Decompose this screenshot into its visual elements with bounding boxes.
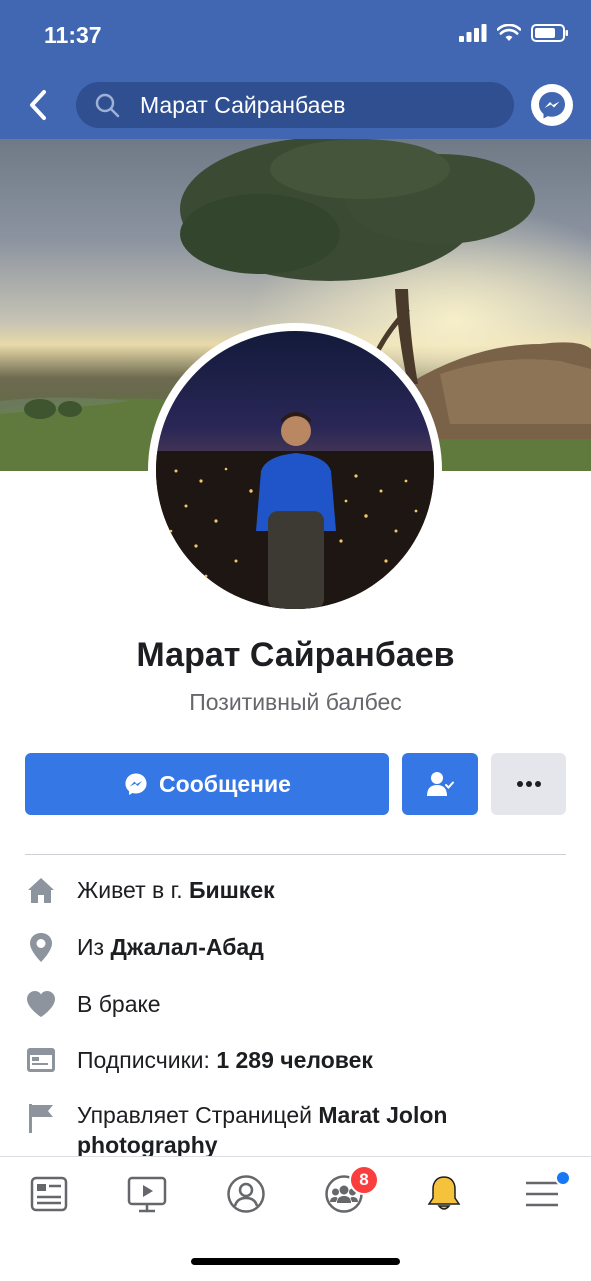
news-feed-icon [30,1176,68,1212]
info-row-followers[interactable]: Подписчики: 1 289 человек [25,1040,566,1080]
message-button[interactable]: Сообщение [25,753,389,815]
battery-icon [531,24,568,42]
tab-watch[interactable] [122,1169,172,1219]
info-row-manages-page[interactable]: Управляет Страницей Marat Jolon photogra… [25,1100,566,1156]
menu-icon [526,1181,558,1207]
avatar[interactable] [156,331,434,609]
groups-badge: 8 [349,1165,379,1195]
tab-news-feed[interactable] [24,1169,74,1219]
friends-button[interactable] [402,753,478,815]
flag-icon [25,1102,57,1134]
watch-icon [127,1176,167,1213]
search-icon [95,93,120,118]
profile-name: Марат Сайранбаев [136,636,455,674]
info-row-lives-in[interactable]: Живет в г. Бишкек [25,870,566,910]
home-icon [25,874,57,906]
search-input[interactable]: Марат Сайранбаев [140,92,345,119]
wifi-icon [497,24,521,41]
followers-icon [25,1044,57,1076]
back-button[interactable] [22,86,56,124]
location-pin-icon [25,931,57,963]
info-row-relationship[interactable]: В браке [25,984,566,1024]
info-text: В браке [77,990,161,1017]
more-dots-icon [516,781,541,787]
info-text: Управляет Страницей Marat Jolon photogra… [77,1102,448,1156]
messenger-button[interactable] [531,84,573,126]
tab-notifications[interactable] [419,1169,469,1219]
chevron-left-icon [30,90,46,120]
avatar-photo-image [156,412,434,609]
messenger-icon [539,92,565,119]
info-text: Живет в г. Бишкек [77,876,275,903]
home-indicator [191,1258,400,1265]
signal-icon [459,24,487,42]
notifications-icon [427,1176,461,1210]
status-icons [459,24,569,42]
top-bar: 11:37 Марат Сайранбаев [0,0,591,139]
divider [25,854,566,855]
tab-profile[interactable] [221,1169,271,1219]
profile-icon [227,1175,265,1213]
messenger-icon [125,773,147,795]
status-time: 11:37 [44,22,102,48]
clipped-info-area: Управляет Страницей Marat Jolon photogra… [0,1100,591,1156]
info-text: Подписчики: 1 289 человек [77,1046,373,1073]
menu-notification-dot [555,1170,571,1186]
message-button-label: Сообщение [159,770,291,797]
heart-icon [25,988,57,1020]
search-bar[interactable]: Марат Сайранбаев [76,82,514,128]
info-row-from[interactable]: Из Джалал-Абад [25,927,566,967]
friend-check-icon [427,772,454,796]
profile-bio: Позитивный балбес [189,689,402,715]
more-button[interactable] [491,753,566,815]
info-text: Из Джалал-Абад [77,933,264,960]
